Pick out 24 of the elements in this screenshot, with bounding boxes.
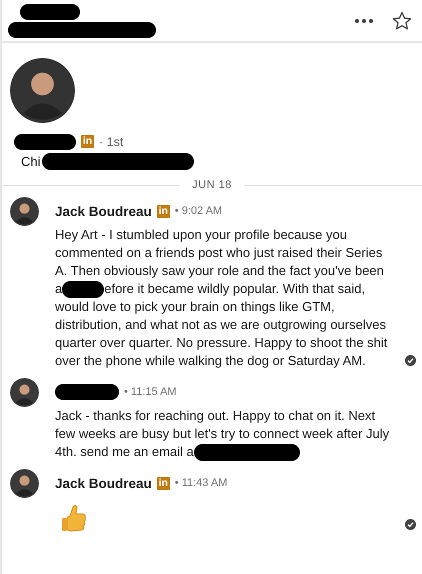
- redaction-mark: [62, 281, 104, 298]
- more-icon[interactable]: [354, 18, 374, 24]
- redaction-mark: [14, 134, 76, 150]
- headline: Chi: [21, 154, 41, 168]
- message-time: • 11:15 AM: [124, 386, 177, 398]
- message-time: • 9:02 AM: [174, 205, 222, 217]
- message-time: • 11:43 AM: [174, 477, 228, 490]
- avatar-icon[interactable]: [10, 58, 75, 123]
- date-divider: JUN 18: [192, 179, 232, 191]
- message-text: Jack - thanks for reaching out. Happy to chat on it. Next few weeks are busy but let's try to connect week after July 4th. send me an email a: [55, 407, 390, 462]
- sender-name[interactable]: Jack Boudreau: [55, 476, 152, 491]
- premium-badge: in: [156, 476, 170, 490]
- avatar-icon[interactable]: [10, 197, 39, 226]
- star-icon[interactable]: [392, 10, 412, 30]
- redaction-mark: [20, 4, 80, 20]
- avatar-icon[interactable]: [10, 469, 39, 498]
- premium-badge: in: [156, 204, 170, 218]
- premium-badge: in: [81, 135, 94, 148]
- message-text: Hey Art - I stumbled upon your profile because you commented on a friends post who just raised their Series A. Then obviously saw your role and the fact you've been a efore it became wildly popular. With that said, would love to pick your brain on things like GTM, distribution, and what not as we are outgrowing ourselves quarter over quarter. No pressure. Happy to shoot the shit over the phone while walking the dog or Saturday AM.: [55, 226, 388, 370]
- redaction-mark: [55, 384, 119, 400]
- avatar-icon[interactable]: [10, 378, 39, 408]
- sender-name[interactable]: Jack Boudreau: [55, 204, 152, 218]
- thumbs-up-icon: [61, 504, 87, 534]
- connection-degree: · 1st: [99, 134, 124, 148]
